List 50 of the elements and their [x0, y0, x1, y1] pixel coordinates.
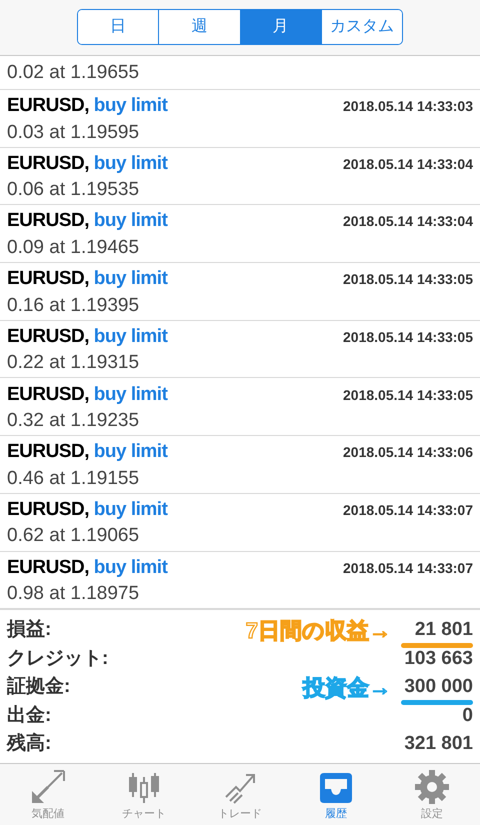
order-time: 2018.05.14 14:33:07	[343, 500, 473, 520]
period-tab[interactable]: 週	[158, 10, 240, 44]
order-title: EURUSD, buy limit	[7, 498, 168, 522]
order-time: 2018.05.14 14:33:03	[343, 97, 473, 116]
order-volume: 0.98 at 1.18975	[7, 582, 140, 606]
order-volume: 0.62 at 1.19065	[7, 524, 140, 548]
order-volume: 0.09 at 1.19465	[7, 236, 140, 260]
order-volume: 0.46 at 1.19155	[7, 466, 140, 491]
order-volume: 0.06 at 1.19535	[7, 178, 140, 202]
order-title: EURUSD, buy limit	[7, 152, 168, 176]
order-time: 2018.05.14 14:33:05	[343, 270, 473, 290]
summary-value: 0	[462, 704, 473, 728]
order-volume: 0.22 at 1.19315	[7, 351, 140, 376]
summary-label: 出金:	[7, 704, 52, 728]
tab-bar-item[interactable]: 履歴	[288, 764, 384, 825]
order-title: EURUSD, buy limit	[7, 556, 168, 580]
order-title: EURUSD, buy limit	[7, 382, 168, 407]
order-time: 2018.05.14 14:33:05	[343, 386, 473, 405]
order-time: 2018.05.14 14:33:07	[343, 558, 473, 578]
order-title: EURUSD, buy limit	[7, 209, 168, 234]
order-time: 2018.05.14 14:33:04	[343, 154, 473, 174]
summary-label: 残高:	[7, 732, 52, 756]
order-title: EURUSD, buy limit	[7, 267, 168, 292]
order-volume: 0.16 at 1.19395	[7, 294, 140, 318]
order-title: EURUSD, buy limit	[7, 440, 168, 464]
tab-bar-item[interactable]: チャート	[96, 764, 192, 825]
order-volume: 0.02 at 1.19655	[7, 61, 140, 85]
summary-label: 証拠金:	[7, 674, 70, 700]
summary-label: 損益:	[7, 618, 52, 642]
summary-label: クレジット:	[7, 646, 108, 671]
order-title: EURUSD, buy limit	[7, 324, 168, 349]
period-tab[interactable]: 日	[78, 10, 158, 44]
summary-value: 21 801	[414, 618, 473, 642]
tab-bar-item[interactable]: 気配値	[0, 764, 96, 825]
settings-icon	[412, 767, 452, 807]
summary-value: 300 000	[404, 675, 473, 700]
handwritten-note: 7日間の収益→	[246, 616, 391, 645]
order-volume: 0.32 at 1.19235	[7, 409, 140, 434]
period-tab[interactable]: 月	[240, 10, 321, 44]
handwritten-note: 投資金→	[303, 674, 391, 702]
summary-value: 103 663	[404, 646, 473, 671]
tab-bar-item[interactable]: 設定	[384, 764, 480, 825]
order-time: 2018.05.14 14:33:05	[343, 328, 473, 347]
tab-bar-item[interactable]: トレード	[192, 764, 288, 825]
order-title: EURUSD, buy limit	[7, 94, 168, 118]
order-time: 2018.05.14 14:33:06	[343, 443, 473, 462]
summary-value: 321 801	[404, 732, 473, 756]
period-tab[interactable]: カスタム	[320, 10, 402, 44]
order-volume: 0.03 at 1.19595	[7, 120, 140, 145]
order-time: 2018.05.14 14:33:04	[343, 212, 473, 232]
